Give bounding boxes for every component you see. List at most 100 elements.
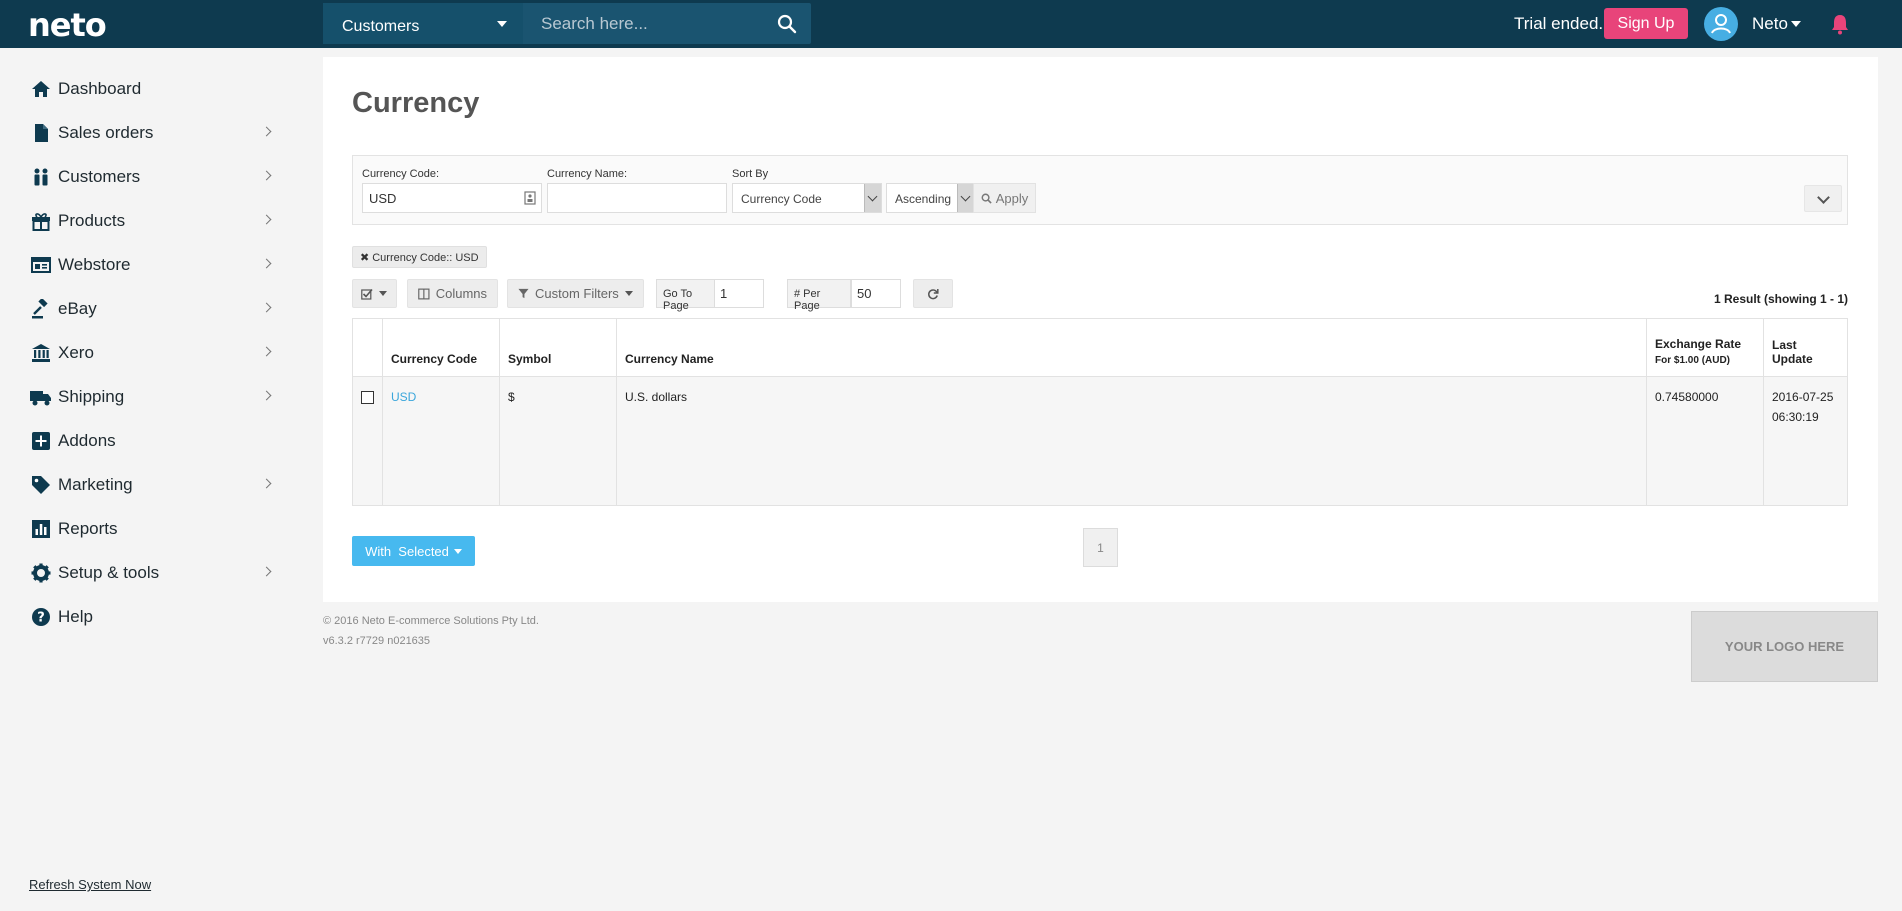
gift-icon	[30, 210, 52, 232]
sidebar-item-sales-orders[interactable]: Sales orders	[30, 116, 272, 150]
sidebar-item-ebay[interactable]: eBay	[30, 292, 272, 326]
bank-icon	[30, 342, 52, 364]
browser-icon	[30, 254, 52, 276]
neto-logo[interactable]: neto	[28, 6, 107, 44]
sidebar-item-products[interactable]: Products	[30, 204, 272, 238]
apply-label: Apply	[995, 190, 1029, 206]
exchange-rate-title: Exchange Rate	[1655, 337, 1742, 351]
per-page-label: # Per Page	[787, 279, 851, 312]
search-icon	[981, 193, 992, 204]
sidebar-item-addons[interactable]: Addons	[30, 424, 270, 458]
search-category-select[interactable]: Customers	[323, 3, 523, 44]
search-input[interactable]	[523, 3, 811, 44]
sidebar-item-setup-tools[interactable]: Setup & tools	[30, 556, 272, 590]
search-icon[interactable]	[777, 14, 797, 34]
file-icon	[30, 122, 52, 144]
per-page-input[interactable]	[851, 279, 901, 308]
user-avatar[interactable]	[1704, 7, 1738, 41]
columns-icon	[418, 288, 430, 299]
sidebar-item-label: Dashboard	[58, 79, 142, 98]
sidebar-item-label: Sales orders	[58, 123, 154, 142]
home-icon	[30, 78, 52, 100]
sidebar-item-label: Customers	[58, 167, 141, 186]
currency-name-input[interactable]	[547, 183, 727, 213]
chevron-down-icon	[864, 184, 881, 212]
sign-up-button[interactable]: Sign Up	[1604, 8, 1688, 39]
tag-icon	[30, 474, 52, 496]
sidebar-item-xero[interactable]: Xero	[30, 336, 272, 370]
truck-icon	[30, 386, 52, 408]
sidebar-item-label: Xero	[58, 343, 94, 362]
sort-by-value: Currency Code	[741, 192, 822, 206]
currency-code-label: Currency Code:	[362, 168, 440, 180]
gavel-icon	[30, 298, 52, 320]
row-checkbox[interactable]	[361, 391, 374, 404]
currency-code-link[interactable]: USD	[391, 390, 416, 404]
chevron-down-icon	[497, 21, 507, 27]
symbol-cell: $	[499, 376, 617, 506]
question-icon: ?	[30, 606, 52, 628]
bell-icon[interactable]	[1830, 13, 1850, 35]
columns-button[interactable]: Columns	[407, 279, 498, 308]
column-header-currency-name[interactable]: Currency Name	[616, 318, 1647, 377]
sidebar-item-help[interactable]: ? Help	[30, 600, 270, 634]
logo-placeholder: YOUR LOGO HERE	[1691, 611, 1878, 682]
column-header-exchange-rate[interactable]: Exchange Rate For $1.00 (AUD)	[1646, 318, 1764, 377]
sidebar-item-marketing[interactable]: Marketing	[30, 468, 272, 502]
active-filter-tag[interactable]: ✖ Currency Code:: USD	[352, 246, 487, 268]
select-all-dropdown[interactable]	[352, 279, 397, 308]
plus-square-icon	[30, 430, 52, 452]
apply-filter-button[interactable]: Apply	[973, 183, 1036, 213]
sort-order-select[interactable]: Ascending	[886, 183, 975, 213]
top-bar: neto Customers Trial ended. Sign Up Neto	[0, 0, 1902, 48]
pagination-page-button[interactable]: 1	[1083, 528, 1118, 567]
row-select-cell	[352, 376, 383, 506]
sidebar-item-label: Marketing	[58, 475, 133, 494]
custom-filters-button[interactable]: Custom Filters	[507, 279, 644, 308]
chevron-right-icon	[261, 126, 272, 137]
currency-code-input[interactable]	[362, 183, 542, 213]
table-header-row: Currency Code Symbol Currency Name Excha…	[352, 318, 1848, 377]
currency-code-cell: USD	[382, 376, 500, 506]
close-icon[interactable]: ✖	[360, 252, 369, 264]
last-update-date: 2016-07-25	[1772, 390, 1834, 404]
bar-chart-icon	[30, 518, 52, 540]
currency-name-cell: U.S. dollars	[616, 376, 1647, 506]
users-icon	[30, 166, 52, 188]
sidebar-item-dashboard[interactable]: Dashboard	[30, 72, 270, 106]
refresh-system-link[interactable]: Refresh System Now	[29, 877, 151, 892]
chevron-right-icon	[261, 346, 272, 357]
refresh-list-button[interactable]	[913, 279, 953, 308]
copyright-text: © 2016 Neto E-commerce Solutions Pty Ltd…	[323, 615, 539, 627]
chevron-down-icon	[624, 291, 633, 296]
collapse-filters-button[interactable]	[1804, 185, 1842, 212]
currency-name-label: Currency Name:	[547, 168, 628, 180]
with-selected-button[interactable]: With Selected	[352, 536, 475, 566]
contact-card-icon[interactable]	[524, 191, 536, 205]
table-row: USD $ U.S. dollars 0.74580000 2016-07-25…	[352, 376, 1848, 506]
checkbox-checked-icon	[361, 288, 373, 300]
trial-status-text: Trial ended.	[1514, 14, 1604, 33]
chevron-down-icon	[379, 291, 387, 296]
main-content-card: Currency Currency Code: Currency Name: S…	[323, 57, 1878, 602]
sidebar-item-label: eBay	[58, 299, 97, 318]
chevron-right-icon	[261, 478, 272, 489]
chevron-down-icon[interactable]	[1791, 21, 1801, 27]
go-to-page-label: Go To Page	[656, 279, 715, 312]
chevron-right-icon	[261, 566, 272, 577]
sort-by-select[interactable]: Currency Code	[732, 183, 882, 213]
refresh-icon	[928, 288, 939, 299]
sidebar-item-webstore[interactable]: Webstore	[30, 248, 272, 282]
version-text: v6.3.2 r7729 n021635	[323, 635, 431, 647]
sidebar-item-shipping[interactable]: Shipping	[30, 380, 272, 414]
sidebar-item-label: Reports	[58, 519, 118, 538]
go-to-page-input[interactable]	[714, 279, 764, 308]
sidebar-item-reports[interactable]: Reports	[30, 512, 270, 546]
sidebar-item-customers[interactable]: Customers	[30, 160, 272, 194]
column-header-symbol[interactable]: Symbol	[499, 318, 617, 377]
sidebar-item-label: Products	[58, 211, 126, 230]
column-header-currency-code[interactable]: Currency Code	[382, 318, 500, 377]
user-menu-name[interactable]: Neto	[1752, 14, 1788, 34]
column-header-last-update[interactable]: Last Update	[1763, 318, 1848, 377]
sidebar-item-label: Webstore	[58, 255, 131, 274]
